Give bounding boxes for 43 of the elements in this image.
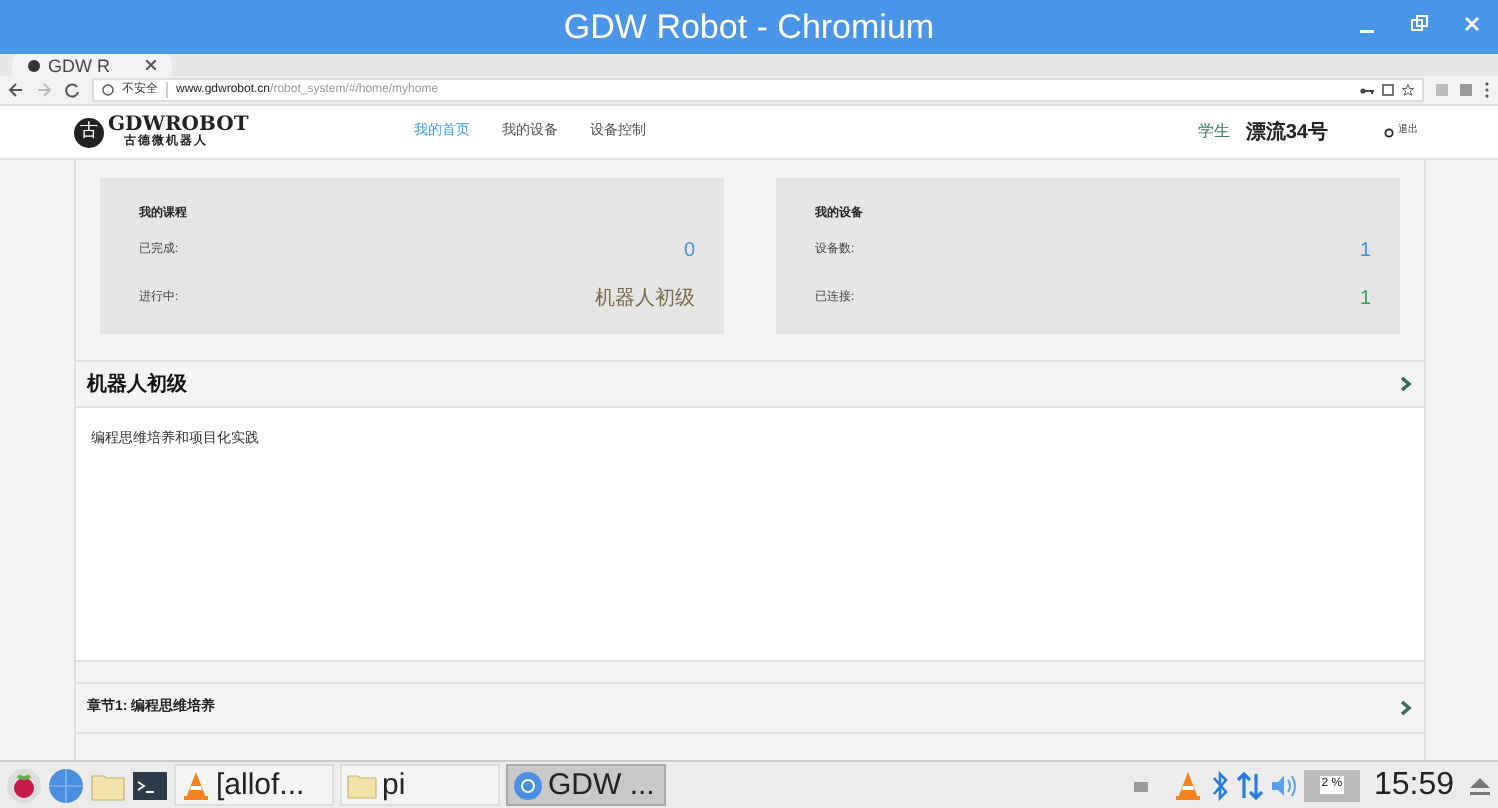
taskbar-button[interactable]: [allof... [174, 764, 334, 806]
traffic-cone-icon [1171, 769, 1204, 801]
key-icon[interactable] [1360, 85, 1374, 95]
clock: 15:59 [1371, 765, 1456, 805]
stat-value: 0 [683, 237, 695, 265]
stat-value: 1 [1359, 237, 1371, 265]
taskbar-button[interactable]: GDW ... [506, 764, 666, 806]
volume-icon[interactable] [1269, 771, 1298, 799]
chevron-right-icon [1399, 700, 1411, 716]
info-icon [102, 84, 114, 96]
back-icon[interactable] [8, 82, 24, 98]
browser-icon [512, 769, 544, 801]
raspberry-icon[interactable] [6, 767, 42, 803]
globe-icon[interactable] [48, 767, 84, 803]
window-title: GDW Robot - Chromium [563, 5, 935, 50]
folder-icon [346, 771, 378, 799]
restore-icon[interactable] [1410, 12, 1430, 36]
terminal-icon[interactable] [132, 769, 168, 801]
close-icon[interactable] [1462, 12, 1482, 36]
logo-mark: 古 [74, 117, 104, 147]
network-arrows-icon[interactable] [1235, 769, 1264, 801]
star-icon[interactable] [1402, 84, 1414, 96]
reload-icon[interactable] [64, 82, 80, 98]
logo-text: GDWROBOT [108, 116, 249, 136]
stat-value: 机器人初级 [595, 285, 695, 313]
favicon-icon [28, 59, 40, 71]
stat-value: 1 [1359, 285, 1371, 313]
taskbar-label: GDW ... [548, 770, 655, 800]
tab-close-icon[interactable] [146, 60, 156, 70]
menu-icon[interactable] [1484, 82, 1490, 98]
traffic-cone-icon [180, 769, 212, 801]
chevron-right-icon [1399, 376, 1411, 392]
taskbar-button[interactable]: pi [340, 764, 500, 806]
user-role: 学生 [1197, 120, 1230, 144]
user-name: 漂流34号 [1245, 118, 1328, 147]
taskbar-label: pi [382, 770, 406, 800]
browser-tab[interactable]: GDW R [12, 54, 172, 76]
bluetooth-icon[interactable] [1209, 769, 1230, 801]
eject-icon[interactable] [1468, 775, 1492, 795]
taskbar-label: [allof... [216, 770, 305, 800]
course-title: 机器人初级 [87, 370, 187, 399]
course-header[interactable]: 机器人初级 [75, 360, 1423, 408]
tab-title: GDW R [48, 55, 110, 75]
